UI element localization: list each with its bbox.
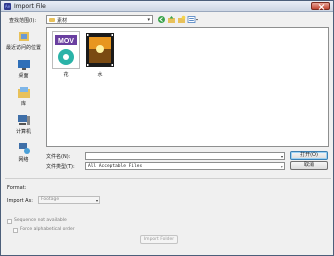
chevron-down-icon: ▾ [95, 198, 98, 203]
after-effects-icon: Ae [4, 3, 11, 10]
title-bar: Ae Import File [1, 1, 333, 12]
divider [5, 178, 331, 179]
place-label: 计算机 [15, 129, 31, 135]
computer-icon [18, 115, 30, 125]
import-folder-button[interactable]: Import Folder [140, 235, 178, 244]
import-as-dropdown[interactable]: Footage ▾ [38, 196, 100, 204]
close-icon [318, 4, 325, 10]
file-name: 花 [63, 72, 69, 78]
import-file-dialog: Ae Import File 查找范围(I): 素材 ▾ 最近访问的位置 桌面 … [0, 0, 334, 256]
place-label: 最近访问的位置 [5, 45, 41, 51]
place-label: 桌面 [18, 73, 29, 79]
alphabetical-checkbox[interactable] [13, 228, 18, 233]
file-type-label: 文件类型(T): [46, 164, 75, 170]
place-desktop[interactable]: 桌面 [3, 55, 44, 83]
folder-icon [49, 18, 55, 22]
file-name-label: 文件名(N): [46, 154, 71, 160]
alphabetical-label: Force alphabetical order [20, 227, 75, 232]
video-file-icon [86, 33, 114, 67]
network-icon [19, 143, 30, 154]
recent-places-icon [19, 32, 29, 41]
file-type-dropdown[interactable]: All Acceptable Files ▾ [85, 162, 285, 170]
open-button[interactable]: 打开(O) [290, 151, 328, 160]
sequence-checkbox[interactable] [7, 219, 12, 224]
place-recent-places[interactable]: 最近访问的位置 [3, 27, 44, 55]
file-type-value: All Acceptable Files [88, 164, 143, 169]
libraries-icon [18, 87, 30, 98]
place-label: 库 [20, 101, 26, 107]
mov-badge-text: MOV [58, 38, 74, 45]
place-label: 网络 [18, 157, 29, 163]
import-as-label: Import As: [7, 198, 33, 204]
format-label: Format: [7, 185, 27, 191]
back-icon[interactable] [157, 15, 166, 24]
mov-file-icon: MOV [52, 31, 80, 69]
close-button[interactable] [311, 2, 330, 10]
look-in-value: 素材 [57, 18, 68, 24]
file-name: 水 [97, 72, 103, 78]
new-folder-icon[interactable] [177, 15, 186, 24]
place-network[interactable]: 网络 [3, 139, 44, 167]
cancel-button[interactable]: 取消 [290, 161, 328, 170]
places-bar: 最近访问的位置 桌面 库 计算机 网络 [3, 27, 44, 183]
place-computer[interactable]: 计算机 [3, 111, 44, 139]
place-libraries[interactable]: 库 [3, 83, 44, 111]
look-in-dropdown[interactable]: 素材 ▾ [46, 15, 153, 24]
chevron-down-icon: ▾ [147, 17, 150, 23]
up-folder-icon[interactable] [167, 15, 176, 24]
look-in-label: 查找范围(I): [9, 18, 37, 24]
sequence-label: Sequence not available [14, 218, 67, 223]
file-item[interactable]: 水 [85, 31, 115, 81]
file-list[interactable]: MOV 花 水 [46, 27, 329, 147]
chevron-down-icon: ▾ [280, 154, 283, 159]
view-menu-icon[interactable] [187, 15, 199, 24]
file-name-input[interactable]: ▾ [85, 152, 285, 160]
window-title: Import File [14, 3, 46, 10]
chevron-down-icon: ▾ [280, 164, 283, 169]
import-as-value: Footage [41, 197, 60, 202]
desktop-icon [18, 60, 30, 70]
file-item[interactable]: MOV 花 [51, 31, 81, 81]
